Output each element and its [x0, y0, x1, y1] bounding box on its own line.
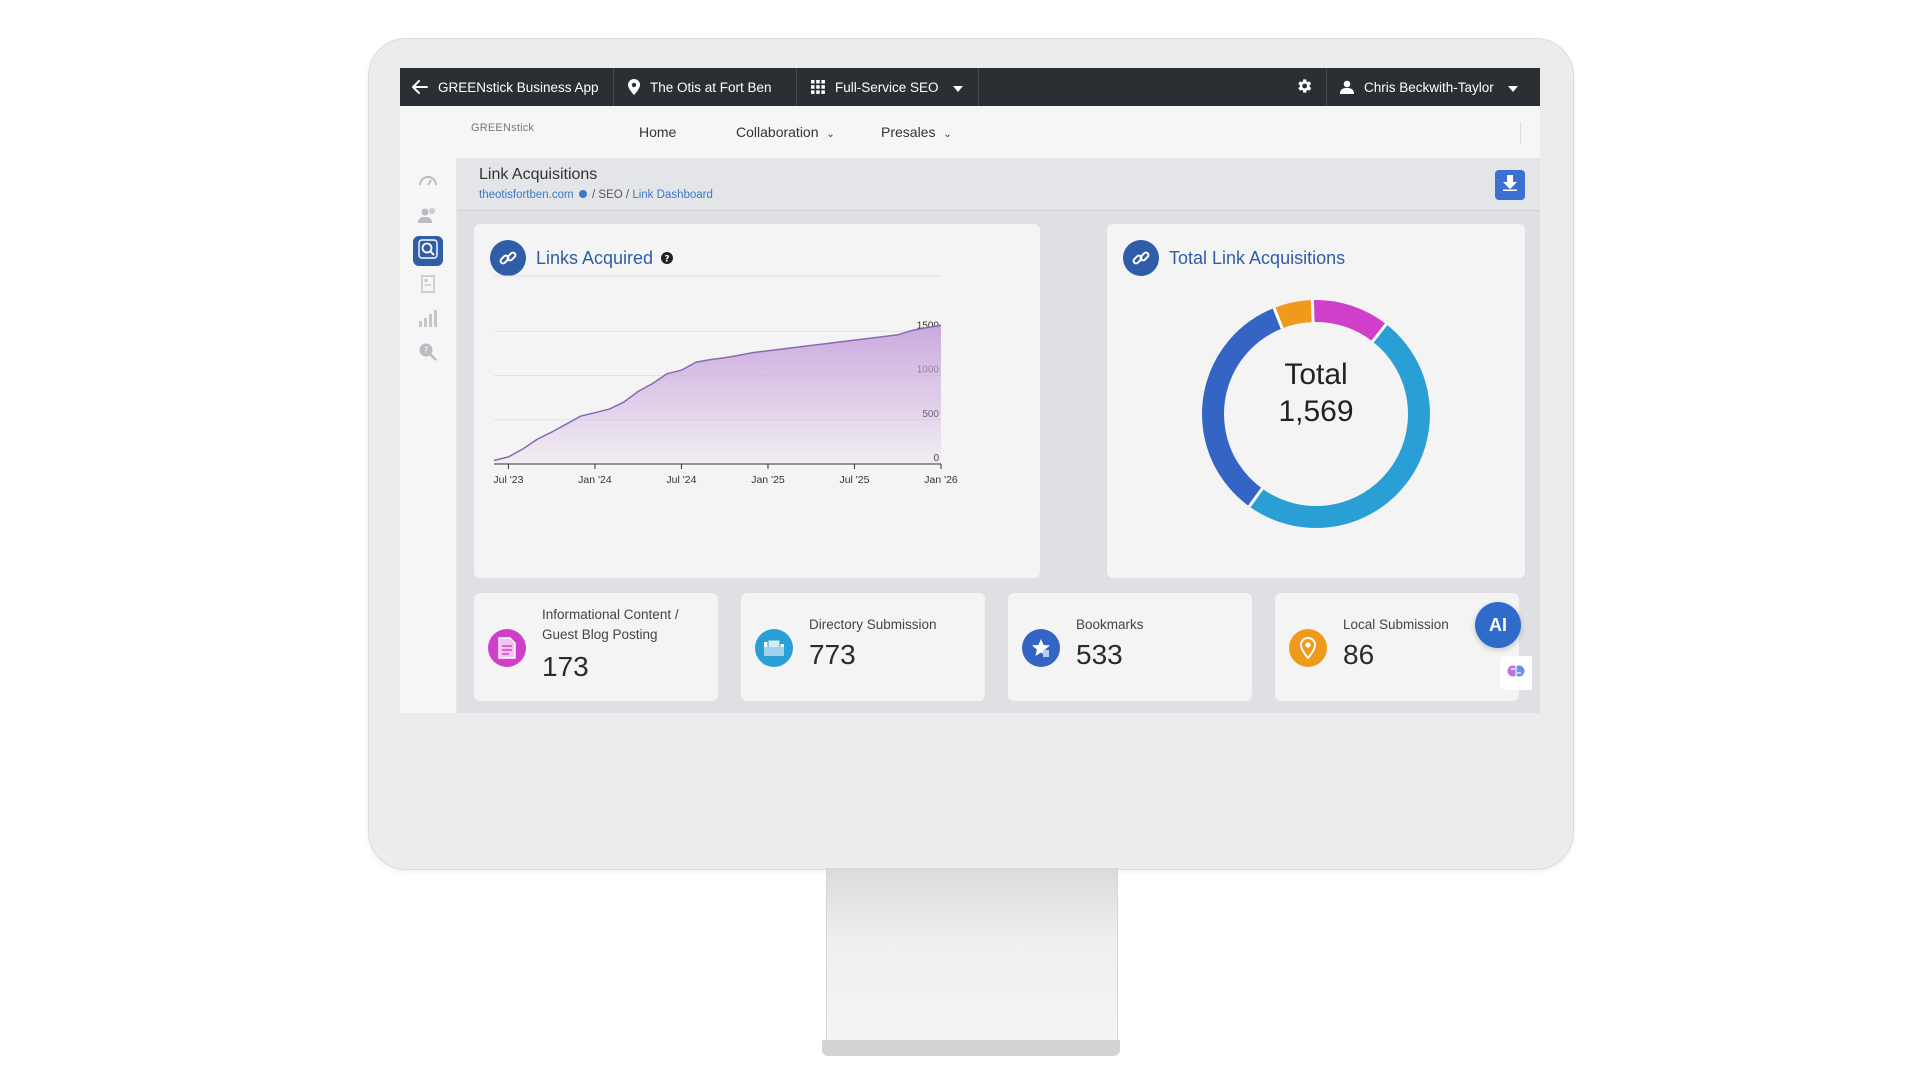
- ai-assistant-button[interactable]: AI: [1475, 602, 1521, 648]
- x-tick-label: Jan '26: [924, 474, 958, 486]
- stat-value: 773: [809, 639, 856, 670]
- x-tick-label: Jan '25: [751, 474, 785, 486]
- donut-center-value: 1,569: [1278, 395, 1353, 428]
- download-icon: [1503, 174, 1517, 196]
- stat-value: 173: [542, 651, 589, 682]
- location-selector[interactable]: The Otis at Fort Ben: [614, 68, 797, 106]
- main-content: Link Acquisitions theotisfortben.com / S…: [457, 158, 1540, 713]
- top-bar: GREENstick Business App The Otis at Fort…: [400, 68, 1540, 106]
- seo-search-icon: [418, 238, 438, 264]
- download-button[interactable]: [1495, 170, 1525, 200]
- greenstick-logo[interactable]: GREENstick: [471, 122, 534, 134]
- chevron-down-icon: ⌄: [943, 129, 952, 140]
- links-acquired-card: Links Acquired ? 050010001500Jul '23Jan …: [474, 224, 1040, 578]
- globe-icon: [578, 190, 587, 198]
- back-to-app-button[interactable]: GREENstick Business App: [400, 68, 614, 106]
- donut-slice-separator: [1310, 300, 1315, 323]
- stat-label: Informational Content / Guest Blog Posti…: [542, 605, 679, 645]
- nav-presales-label: Presales: [881, 124, 936, 140]
- settings-button[interactable]: [1282, 68, 1327, 106]
- total-link-donut-chart: Total 1,569: [1202, 299, 1430, 528]
- document-icon: [421, 274, 435, 298]
- breadcrumb-site-link[interactable]: theotisfortben.com: [479, 189, 574, 201]
- gear-icon: [1295, 77, 1313, 98]
- chevron-down-icon: ⌄: [826, 129, 835, 140]
- folder-icon: [755, 629, 793, 667]
- product-selector[interactable]: Full-Service SEO: [797, 68, 979, 106]
- x-tick-label: Jul '25: [839, 474, 869, 486]
- sidebar-item-search-help[interactable]: ?: [414, 340, 442, 368]
- breadcrumb-sep: /: [625, 189, 630, 201]
- svg-text:?: ?: [424, 346, 429, 356]
- stat-label: Local Submission: [1343, 617, 1449, 632]
- arrow-left-icon: [412, 80, 428, 94]
- sidebar-item-users[interactable]: [414, 203, 442, 231]
- total-link-acquisitions-card: Total Link Acquisitions Total 1,569: [1107, 224, 1525, 578]
- bar-chart-icon: [418, 309, 438, 332]
- sidebar-item-reports[interactable]: [414, 306, 442, 334]
- area-fill: [494, 325, 941, 464]
- product-name: Full-Service SEO: [835, 79, 939, 95]
- x-tick-label: Jul '24: [666, 474, 696, 486]
- breadcrumb-section[interactable]: SEO: [598, 189, 622, 201]
- stat-label: Directory Submission: [809, 617, 937, 632]
- stat-value: 533: [1076, 639, 1123, 670]
- grid-icon: [811, 80, 825, 94]
- user-icon: [1340, 80, 1354, 94]
- page-header: Link Acquisitions theotisfortben.com / S…: [457, 158, 1540, 211]
- star-bookmark-icon: [1022, 629, 1060, 667]
- document-icon: [488, 629, 526, 667]
- nav-collaboration[interactable]: Collaboration ⌄: [736, 124, 835, 140]
- stat-label: Bookmarks: [1076, 617, 1144, 632]
- breadcrumb-sep: /: [592, 189, 596, 201]
- sidebar-item-dashboard[interactable]: [414, 168, 442, 196]
- nav-divider: [1520, 122, 1521, 144]
- nav-presales[interactable]: Presales ⌄: [881, 124, 952, 140]
- location-name: The Otis at Fort Ben: [650, 79, 772, 95]
- sidebar-item-documents[interactable]: [414, 272, 442, 300]
- stat-label-line2: Guest Blog Posting: [542, 627, 658, 642]
- nav-collaboration-label: Collaboration: [736, 124, 819, 140]
- users-icon: [418, 207, 438, 228]
- monitor-screen: GREENstick Business App The Otis at Fort…: [400, 68, 1540, 713]
- monitor-stand-foot: [822, 1040, 1120, 1056]
- stat-card-directory[interactable]: Directory Submission 773: [741, 593, 985, 701]
- user-name: Chris Beckwith-Taylor: [1364, 79, 1494, 95]
- map-pin-icon: [628, 79, 640, 95]
- donut-center-label: Total: [1284, 358, 1347, 391]
- breadcrumb: theotisfortben.com / SEO / Link Dashboar…: [479, 189, 713, 201]
- brain-widget-button[interactable]: [1500, 656, 1532, 690]
- stat-card-bookmarks[interactable]: Bookmarks 533: [1008, 593, 1252, 701]
- sidebar-item-seo[interactable]: [413, 236, 443, 266]
- caret-down-icon: [1507, 80, 1518, 95]
- links-acquired-chart: 050010001500Jul '23Jan '24Jul '24Jan '25…: [493, 275, 958, 486]
- dashboard-icon: [418, 173, 438, 192]
- x-tick-label: Jul '23: [493, 474, 523, 486]
- brain-icon: [1507, 662, 1525, 685]
- monitor-stand: [826, 868, 1118, 1048]
- stat-value: 86: [1343, 639, 1375, 670]
- sidebar: ?: [400, 158, 457, 713]
- x-tick-label: Jan '24: [578, 474, 612, 486]
- nav-home[interactable]: Home: [639, 124, 676, 140]
- nav-home-label: Home: [639, 124, 677, 140]
- app-name: GREENstick Business App: [438, 79, 599, 95]
- page-title: Link Acquisitions: [479, 166, 598, 183]
- stat-card-informational[interactable]: Informational Content / Guest Blog Posti…: [474, 593, 718, 701]
- nav-bar: GREENstick Home Collaboration ⌄ Presales…: [400, 106, 1540, 158]
- stat-label-line1: Informational Content /: [542, 607, 679, 622]
- user-menu[interactable]: Chris Beckwith-Taylor: [1326, 68, 1540, 106]
- caret-down-icon: [952, 80, 963, 95]
- breadcrumb-current: Link Dashboard: [632, 189, 713, 201]
- logo-text: GREENstick: [471, 122, 535, 134]
- map-pin-icon: [1289, 629, 1327, 667]
- search-help-icon: ?: [418, 342, 438, 367]
